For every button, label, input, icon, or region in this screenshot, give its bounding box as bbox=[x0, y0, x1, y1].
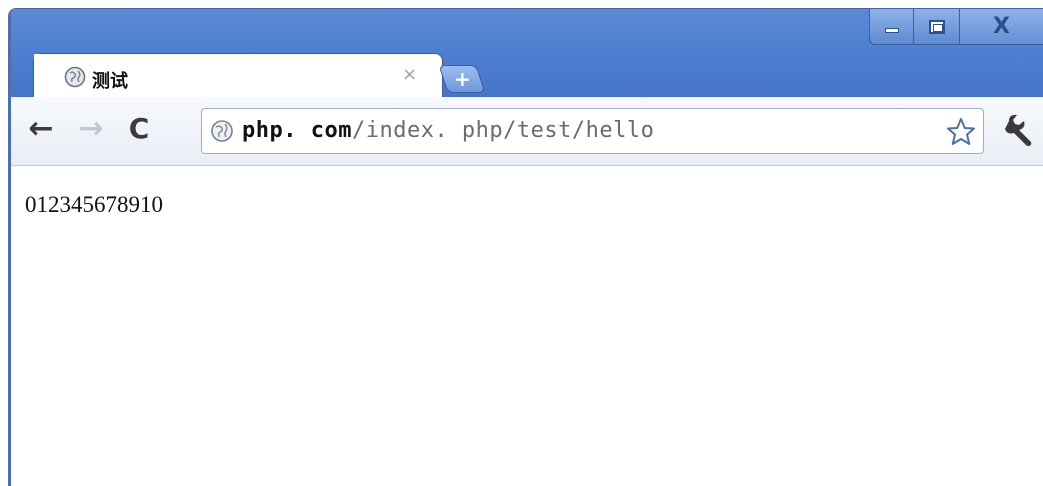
browser-window: X 测试 × + ← → C php. com/index. php/test/… bbox=[8, 8, 1043, 486]
globe-icon bbox=[64, 66, 86, 88]
maximize-button[interactable] bbox=[913, 9, 959, 45]
wrench-icon[interactable] bbox=[1001, 111, 1039, 149]
page-body-text: 012345678910 bbox=[25, 192, 163, 217]
minimize-button[interactable] bbox=[869, 9, 913, 45]
address-bar[interactable]: php. com/index. php/test/hello bbox=[201, 108, 984, 154]
reload-icon: C bbox=[128, 112, 150, 145]
tab-close-icon[interactable]: × bbox=[402, 64, 417, 85]
page-content: 012345678910 bbox=[11, 166, 1043, 486]
title-bar: X 测试 × + bbox=[11, 9, 1043, 99]
plus-icon: + bbox=[453, 67, 471, 91]
globe-icon bbox=[211, 120, 233, 142]
url-path: /index. php/test/hello bbox=[351, 118, 655, 143]
url-host: php. com bbox=[242, 118, 352, 143]
star-icon[interactable] bbox=[945, 116, 977, 148]
new-tab-button[interactable]: + bbox=[438, 65, 486, 93]
toolbar: ← → C php. com/index. php/test/hello bbox=[11, 97, 1043, 166]
forward-button[interactable]: → bbox=[71, 109, 111, 149]
back-button[interactable]: ← bbox=[21, 109, 61, 149]
back-arrow-icon: ← bbox=[28, 111, 54, 146]
close-window-button[interactable]: X bbox=[959, 9, 1043, 45]
minimize-icon bbox=[884, 28, 899, 33]
maximize-icon bbox=[928, 19, 945, 34]
url-text[interactable]: php. com/index. php/test/hello bbox=[242, 118, 654, 143]
window-controls: X bbox=[869, 9, 1043, 45]
tab-title: 测试 bbox=[92, 71, 128, 92]
reload-button[interactable]: C bbox=[119, 109, 159, 149]
forward-arrow-icon: → bbox=[78, 111, 104, 146]
tab-active[interactable]: 测试 × bbox=[33, 53, 443, 99]
close-icon: X bbox=[993, 13, 1010, 39]
